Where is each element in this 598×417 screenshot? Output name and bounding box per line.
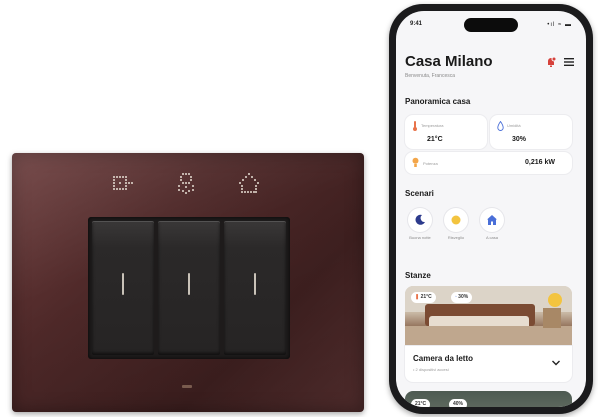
scene-icon-wrap [480, 208, 504, 232]
room-detail: • 2 dispositivi accesi [413, 367, 449, 372]
dynamic-island [464, 18, 518, 32]
stat-value: 0,216 kW [525, 159, 555, 166]
switch-key-center[interactable] [158, 221, 220, 355]
stat-value: 21°C [427, 136, 443, 143]
key-led [254, 273, 256, 295]
page-title: Casa Milano [405, 53, 493, 70]
house-dots-icon [239, 173, 259, 193]
switch-keys [88, 217, 290, 359]
switch-key-left[interactable] [92, 221, 154, 355]
room-humidity: 30% [458, 294, 469, 300]
sun-icon [451, 215, 461, 225]
switch-dots-icon [113, 176, 133, 190]
room-humidity: 40% [453, 401, 464, 407]
scene-button-home[interactable]: A casa [479, 208, 505, 240]
scene-icon-wrap [444, 208, 468, 232]
page-subtitle: Benvenuta, Francesca [405, 73, 456, 79]
scene-label: Buona notte [409, 235, 431, 240]
overview-heading: Panoramica casa [405, 97, 471, 106]
scene-label: Risveglio [447, 235, 465, 240]
scene-button-night[interactable]: Buona notte [407, 208, 433, 240]
room-name: Camera da letto [413, 354, 474, 363]
smartphone: 9:41 •ıl ≈ ▬ Casa Milano Benvenuta, Fran… [389, 4, 593, 414]
app-screen: 9:41 •ıl ≈ ▬ Casa Milano Benvenuta, Fran… [396, 11, 586, 407]
plate-logo [182, 385, 192, 388]
status-icons: •ıl ≈ ▬ [547, 22, 572, 28]
moon-icon [415, 214, 425, 225]
room-temp: 21°C [420, 294, 432, 300]
stat-label: Temperatura [421, 123, 444, 128]
stat-card-humidity[interactable]: Umidità 30% [490, 115, 572, 149]
key-led [122, 273, 124, 295]
room-photo-bedroom[interactable]: ❚ 21°C ◦ 30% [405, 286, 572, 346]
stat-card-temperature[interactable]: Temperatura 21°C [405, 115, 487, 149]
room-temp-chip: ❚ 21°C [411, 292, 436, 303]
notification-icon[interactable] [545, 56, 557, 68]
menu-icon[interactable] [563, 56, 575, 68]
rooms-heading: Stanze [405, 271, 431, 280]
room-temp: 21°C [415, 401, 427, 407]
key-led [188, 273, 190, 295]
room-card-bedroom[interactable]: Camera da letto • 2 dispositivi accesi [405, 346, 572, 382]
scenes-heading: Scenari [405, 189, 434, 198]
smart-switch-plate [12, 153, 364, 412]
person-dots-icon [178, 173, 194, 194]
home-icon [487, 215, 497, 225]
room-temp-chip: 21°C [411, 399, 431, 407]
room-humidity-chip: ◦ 30% [451, 292, 473, 303]
stat-label: Umidità [507, 123, 521, 128]
status-time: 9:41 [410, 21, 423, 27]
chevron-down-icon[interactable] [551, 359, 561, 367]
room-humidity-chip: 40% [449, 399, 468, 407]
switch-key-right[interactable] [224, 221, 286, 355]
droplet-icon: ◦ [455, 294, 457, 300]
stat-value: 30% [512, 136, 527, 143]
stat-label: Potenza [423, 161, 438, 166]
scene-label: A casa [485, 235, 498, 240]
scene-button-wakeup[interactable]: Risveglio [443, 208, 469, 240]
bulb-icon [412, 157, 419, 167]
thermometer-icon: ❚ [415, 294, 420, 300]
thermometer-icon [413, 121, 417, 131]
room-photo-second[interactable]: 21°C 40% [405, 391, 572, 407]
droplet-icon [497, 121, 504, 131]
scene-icon-wrap [408, 208, 432, 232]
stat-card-power[interactable]: Potenza 0,216 kW [405, 152, 572, 174]
